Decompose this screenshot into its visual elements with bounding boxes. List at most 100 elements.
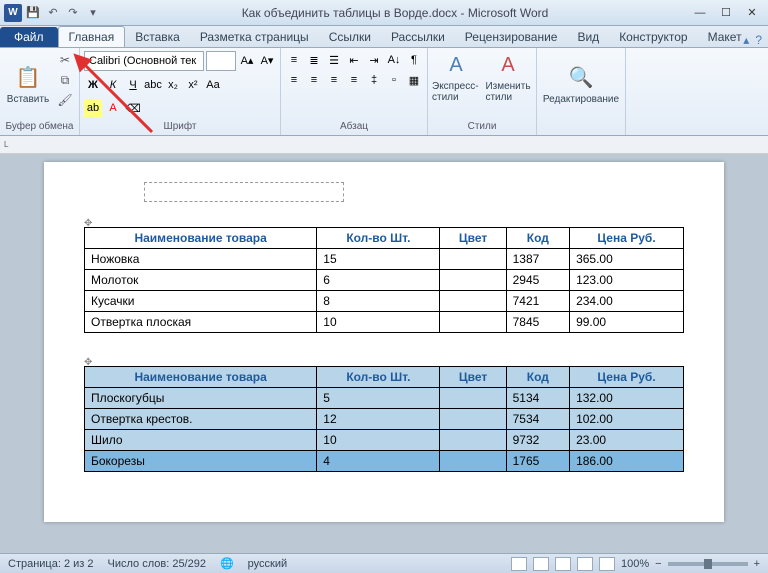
status-language[interactable]: русский (248, 558, 287, 570)
strike-button[interactable]: abc (144, 76, 162, 94)
status-bar: Страница: 2 из 2 Число слов: 25/292 🌐 ру… (0, 553, 768, 573)
tab-references[interactable]: Ссылки (319, 27, 381, 47)
help-icon[interactable]: ? (755, 33, 762, 47)
zoom-out-button[interactable]: − (655, 558, 661, 570)
format-painter-button[interactable]: 🖌 (55, 91, 75, 109)
find-icon: 🔍 (567, 64, 595, 92)
view-read[interactable] (533, 557, 549, 571)
table-1[interactable]: Наименование товара Кол-во Шт. Цвет Код … (84, 227, 684, 333)
view-outline[interactable] (577, 557, 593, 571)
close-button[interactable]: ✕ (740, 4, 764, 22)
save-icon[interactable]: 💾 (24, 4, 42, 22)
indent-inc-icon[interactable]: ⇥ (365, 51, 383, 69)
view-print-layout[interactable] (511, 557, 527, 571)
shading-icon[interactable]: ▫ (385, 71, 403, 89)
placeholder-box (144, 182, 344, 202)
title-bar: W 💾 ↶ ↷ ▾ Как объединить таблицы в Ворде… (0, 0, 768, 26)
quick-access-toolbar: W 💾 ↶ ↷ ▾ (0, 4, 102, 22)
font-size-input[interactable] (206, 51, 236, 71)
zoom-level[interactable]: 100% (621, 558, 649, 570)
superscript-button[interactable]: x² (184, 76, 202, 94)
table-row: Плоскогубцы55134132.00 (85, 388, 684, 409)
ribbon-tabs: Файл Главная Вставка Разметка страницы С… (0, 26, 768, 48)
tab-layout[interactable]: Разметка страницы (190, 27, 319, 47)
font-color-button[interactable]: A (104, 99, 122, 117)
case-button[interactable]: Aa (204, 76, 222, 94)
line-spacing-icon[interactable]: ‡ (365, 71, 383, 89)
table-row: Ножовка151387365.00 (85, 249, 684, 270)
copy-button[interactable]: ⧉ (55, 71, 75, 89)
sort-icon[interactable]: A↓ (385, 51, 403, 69)
app-window: W 💾 ↶ ↷ ▾ Как объединить таблицы в Ворде… (0, 0, 768, 573)
group-font: A▴ A▾ Ж К Ч abc x₂ x² Aa ab A ⌫ (80, 48, 281, 135)
horizontal-ruler[interactable]: L (0, 136, 768, 154)
express-styles-button[interactable]: A Экспресс-стили (432, 51, 480, 103)
paste-button[interactable]: 📋 Вставить (4, 51, 52, 117)
table-row: Отвертка плоская10784599.00 (85, 312, 684, 333)
cut-button[interactable]: ✂ (55, 51, 75, 69)
undo-icon[interactable]: ↶ (44, 4, 62, 22)
zoom-in-button[interactable]: + (754, 558, 760, 570)
status-page[interactable]: Страница: 2 из 2 (8, 558, 94, 570)
word-icon: W (4, 4, 22, 22)
styles-gallery-icon: A (442, 51, 470, 79)
status-words[interactable]: Число слов: 25/292 (108, 558, 206, 570)
table-header-row: Наименование товара Кол-во Шт. Цвет Код … (85, 367, 684, 388)
align-center-icon[interactable]: ≡ (305, 71, 323, 89)
minimize-ribbon-icon[interactable]: ▴ (743, 33, 749, 47)
redo-icon[interactable]: ↷ (64, 4, 82, 22)
table-row: Кусачки87421234.00 (85, 291, 684, 312)
borders-icon[interactable]: ▦ (405, 71, 423, 89)
tab-home[interactable]: Главная (58, 26, 126, 47)
tab-mailings[interactable]: Рассылки (381, 27, 455, 47)
grow-font-icon[interactable]: A▴ (238, 51, 256, 69)
indent-dec-icon[interactable]: ⇤ (345, 51, 363, 69)
maximize-button[interactable]: ☐ (714, 4, 738, 22)
subscript-button[interactable]: x₂ (164, 76, 182, 94)
editing-button[interactable]: 🔍 Редактирование (541, 51, 621, 117)
paste-icon: 📋 (14, 64, 42, 92)
shrink-font-icon[interactable]: A▾ (258, 51, 276, 69)
tab-design[interactable]: Конструктор (609, 27, 697, 47)
qat-dropdown-icon[interactable]: ▾ (84, 4, 102, 22)
tab-insert[interactable]: Вставка (125, 27, 190, 47)
window-title: Как объединить таблицы в Ворде.docx - Mi… (102, 6, 688, 20)
group-paragraph: ≡ ≣ ☰ ⇤ ⇥ A↓ ¶ ≡ ≡ ≡ ≡ ‡ ▫ ▦ А (281, 48, 428, 135)
document-area[interactable]: ✥ Наименование товара Кол-во Шт. Цвет Ко… (0, 154, 768, 553)
zoom-slider[interactable] (668, 562, 748, 566)
italic-button[interactable]: К (104, 76, 122, 94)
group-editing: 🔍 Редактирование (537, 48, 626, 135)
status-lang-icon: 🌐 (220, 557, 234, 570)
underline-button[interactable]: Ч (124, 76, 142, 94)
highlight-button[interactable]: ab (84, 99, 102, 117)
group-clipboard: 📋 Вставить ✂ ⧉ 🖌 Буфер обмена (0, 48, 80, 135)
numbering-icon[interactable]: ≣ (305, 51, 323, 69)
group-styles: A Экспресс-стили A Изменить стили Стили (428, 48, 537, 135)
file-tab[interactable]: Файл (0, 27, 58, 47)
table-header-row: Наименование товара Кол-во Шт. Цвет Код … (85, 228, 684, 249)
bold-button[interactable]: Ж (84, 76, 102, 94)
window-controls: — ☐ ✕ (688, 4, 768, 22)
table-row: Отвертка крестов.127534102.00 (85, 409, 684, 430)
justify-icon[interactable]: ≡ (345, 71, 363, 89)
bullets-icon[interactable]: ≡ (285, 51, 303, 69)
page: ✥ Наименование товара Кол-во Шт. Цвет Ко… (44, 162, 724, 522)
table-row: Молоток62945123.00 (85, 270, 684, 291)
table-2[interactable]: Наименование товара Кол-во Шт. Цвет Код … (84, 366, 684, 472)
font-name-input[interactable] (84, 51, 204, 71)
tab-review[interactable]: Рецензирование (455, 27, 568, 47)
change-styles-icon: A (494, 51, 522, 79)
align-right-icon[interactable]: ≡ (325, 71, 343, 89)
table-row: Шило10973223.00 (85, 430, 684, 451)
multilevel-icon[interactable]: ☰ (325, 51, 343, 69)
align-left-icon[interactable]: ≡ (285, 71, 303, 89)
ribbon-help: ▴ ? (743, 33, 762, 47)
show-marks-icon[interactable]: ¶ (405, 51, 423, 69)
tab-view[interactable]: Вид (567, 27, 609, 47)
ribbon: 📋 Вставить ✂ ⧉ 🖌 Буфер обмена A▴ A▾ (0, 48, 768, 136)
change-styles-button[interactable]: A Изменить стили (484, 51, 532, 103)
view-draft[interactable] (599, 557, 615, 571)
clear-format-icon[interactable]: ⌫ (124, 99, 142, 117)
view-web[interactable] (555, 557, 571, 571)
minimize-button[interactable]: — (688, 4, 712, 22)
